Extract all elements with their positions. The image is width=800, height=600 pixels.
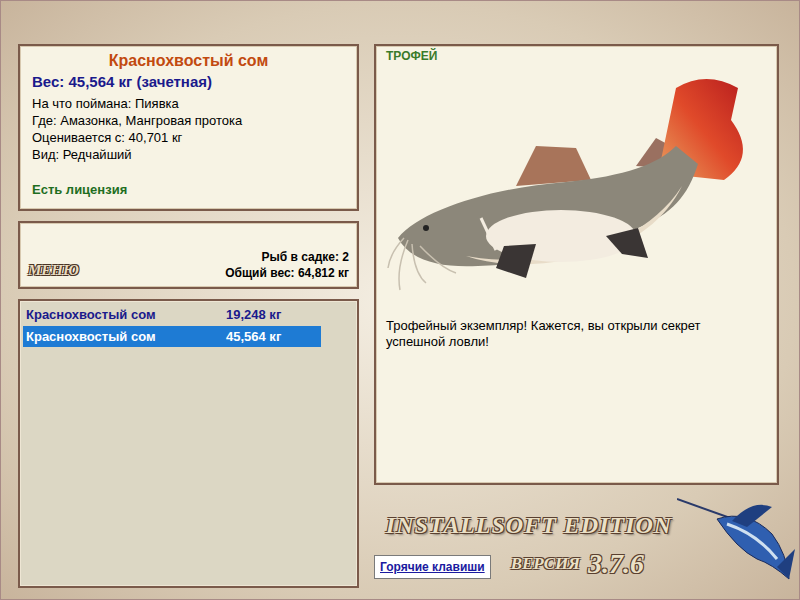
left-column: Краснохвостый сомВес: 45,564 кг (зачетна… xyxy=(18,44,359,599)
marlin-logo-icon xyxy=(677,479,797,589)
right-column: ТРОФЕЙ Трофейный экземпляр! Кажется, вы о… xyxy=(374,44,779,599)
catch-weight: 19,248 кг xyxy=(226,305,324,325)
red-tail-catfish-image xyxy=(386,68,766,298)
hotkeys-button[interactable]: Горячие клавиши xyxy=(374,555,491,579)
footer: INSTALLSOFT EDITION Горячие клавиши ВЕРСИЯ… xyxy=(374,485,779,599)
footer-row: Горячие клавиши ВЕРСИЯ 3.7.6 xyxy=(374,549,779,579)
catch-row[interactable]: Краснохвостый сом45,564 кг xyxy=(23,326,321,347)
license-status: Есть лицензия xyxy=(32,180,345,200)
fish-detail: На что поймана: Пиявка xyxy=(32,95,345,112)
trophy-message: Трофейный экземпляр! Кажется, вы открыли… xyxy=(386,318,731,350)
edition-logo: INSTALLSOFT EDITION xyxy=(374,511,684,539)
fish-count: Рыб в садке: 2 xyxy=(225,249,349,265)
menu-panel: МЕНЮ Рыб в садке: 2Общий вес: 64,812 кг xyxy=(18,221,359,289)
total-weight: Общий вес: 64,812 кг xyxy=(225,265,349,281)
version-number: 3.7.6 xyxy=(588,549,644,579)
keepnet-stats: Рыб в садке: 2Общий вес: 64,812 кг xyxy=(225,249,349,281)
fish-info-panel: Краснохвостый сомВес: 45,564 кг (зачетна… xyxy=(18,44,359,211)
version-label: ВЕРСИЯ xyxy=(511,551,580,577)
catch-list-panel: Краснохвостый сом19,248 кгКраснохвостый … xyxy=(18,299,359,588)
menu-button[interactable]: МЕНЮ xyxy=(28,259,79,282)
game-window: Краснохвостый сомВес: 45,564 кг (зачетна… xyxy=(0,0,800,600)
catch-name: Краснохвостый сом xyxy=(26,327,226,347)
fish-weight: Вес: 45,564 кг (зачетная) xyxy=(32,72,345,92)
fish-detail: Где: Амазонка, Мангровая протока xyxy=(32,112,345,129)
fish-name: Краснохвостый сом xyxy=(32,50,345,72)
trophy-panel: ТРОФЕЙ Трофейный экземпляр! Кажется, вы о… xyxy=(374,44,779,485)
fish-detail: Оценивается с: 40,701 кг xyxy=(32,129,345,146)
catch-weight: 45,564 кг xyxy=(226,327,324,347)
trophy-badge: ТРОФЕЙ xyxy=(386,48,767,64)
fish-detail: Вид: Редчайший xyxy=(32,146,345,163)
catch-row[interactable]: Краснохвостый сом19,248 кг xyxy=(23,304,321,325)
catch-name: Краснохвостый сом xyxy=(26,305,226,325)
